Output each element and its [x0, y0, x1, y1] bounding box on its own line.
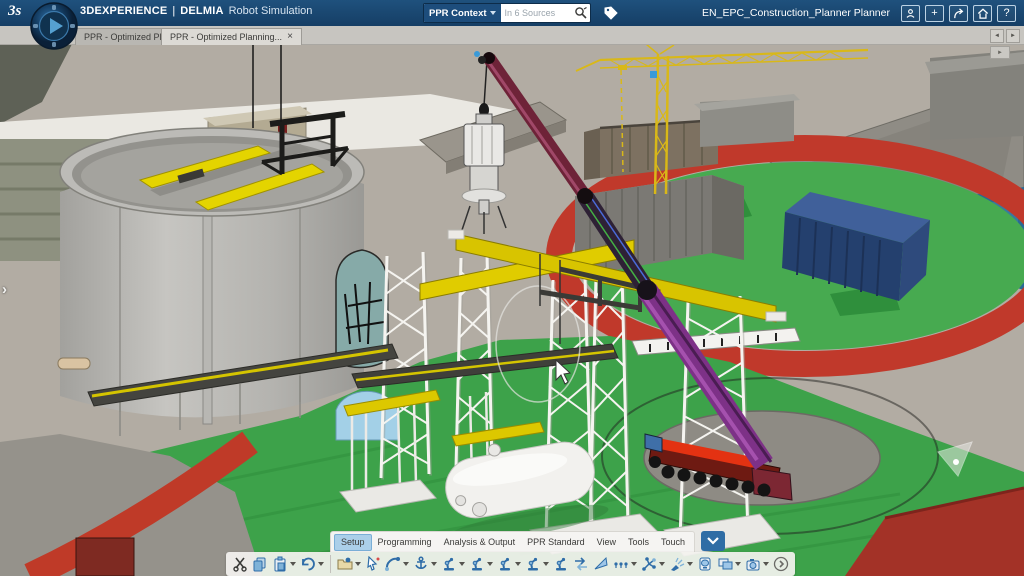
title-divider: | [172, 5, 175, 17]
robot-teach-icon[interactable] [467, 553, 495, 575]
dropdown-caret-icon [515, 562, 521, 566]
tab-ppr-standard[interactable]: PPR Standard [521, 534, 591, 550]
snapshot-camera-icon[interactable] [743, 553, 771, 575]
chevron-down-icon[interactable] [701, 531, 725, 551]
dropdown-caret-icon [687, 562, 693, 566]
platform-name: 3DEXPERIENCE [80, 5, 167, 17]
robot-task-icon[interactable] [495, 553, 523, 575]
tab-setup[interactable]: Setup [334, 534, 372, 551]
help-icon[interactable]: ? [997, 5, 1016, 22]
search-context-dropdown[interactable]: PPR Context [424, 4, 501, 22]
tab-programming[interactable]: Programming [372, 534, 438, 550]
dropdown-caret-icon [487, 562, 493, 566]
tab-ppr-optimized-planning-2[interactable]: PPR - Optimized Planning... × [161, 28, 302, 45]
product-name: DELMIA [180, 5, 223, 17]
swap-path-icon[interactable] [571, 553, 591, 575]
robot-jog-icon[interactable] [439, 553, 467, 575]
chevron-down-icon [490, 11, 496, 15]
more-commands-icon[interactable] [771, 553, 791, 575]
dropdown-caret-icon [735, 562, 741, 566]
share-icon[interactable] [949, 5, 968, 22]
app-name: Robot Simulation [229, 5, 313, 17]
close-tab-icon[interactable]: × [287, 32, 293, 42]
copy-icon[interactable] [250, 553, 270, 575]
robot-controller-icon[interactable] [551, 553, 571, 575]
spray-tool-icon[interactable] [667, 553, 695, 575]
select-position-icon[interactable] [363, 553, 383, 575]
track-points-icon[interactable] [611, 553, 639, 575]
viewport-3d[interactable]: › ► Setup Programming Analysis & Output … [0, 44, 1024, 576]
dropdown-caret-icon [543, 562, 549, 566]
tab-analysis-output[interactable]: Analysis & Output [438, 534, 522, 550]
top-bar: 3s 3DEXPERIENCE | DELMIA Robot Simulatio… [0, 0, 1024, 26]
tab-scroll-left-icon[interactable]: ◄ [990, 29, 1004, 43]
building-far-right[interactable] [925, 50, 1024, 140]
dropdown-caret-icon [403, 562, 409, 566]
reachability-arc-icon[interactable] [383, 553, 411, 575]
search-input[interactable] [501, 8, 572, 18]
home-icon[interactable] [973, 5, 992, 22]
mechanism-joints-icon[interactable] [639, 553, 667, 575]
dropdown-caret-icon [355, 562, 361, 566]
paste-icon[interactable] [270, 553, 298, 575]
tab-scroll-right-icon[interactable]: ► [1006, 29, 1020, 43]
bottomleft-platform[interactable] [0, 434, 262, 576]
dassault-3ds-logo[interactable]: 3s [8, 3, 21, 20]
undo-icon[interactable] [298, 553, 326, 575]
cut-icon[interactable] [230, 553, 250, 575]
tab-scroll-controls: ◄ ► [990, 29, 1020, 43]
top-search: PPR Context [423, 4, 619, 22]
dropdown-caret-icon [459, 562, 465, 566]
document-tab-bar: PPR - Optimized Planning... PPR - Optimi… [0, 26, 1024, 45]
panel-overflow-button[interactable]: ► [990, 46, 1010, 59]
user-area: EN_EPC_Construction_Planner Planner + [702, 0, 1016, 26]
bottom-toolbar [226, 552, 795, 576]
app-title: 3DEXPERIENCE | DELMIA Robot Simulation [80, 5, 312, 17]
tab-view[interactable]: View [591, 534, 622, 550]
toolbar-separator [330, 555, 331, 573]
dropdown-caret-icon [290, 562, 296, 566]
dropdown-caret-icon [431, 562, 437, 566]
dropdown-caret-icon [659, 562, 665, 566]
robot-program-icon[interactable] [523, 553, 551, 575]
open-catalog-icon[interactable] [335, 553, 363, 575]
teach-pendant-icon[interactable] [695, 553, 715, 575]
dropdown-caret-icon [631, 562, 637, 566]
anchor-robot-icon[interactable] [411, 553, 439, 575]
delmia-robot-simulation-window: 3s 3DEXPERIENCE | DELMIA Robot Simulatio… [0, 0, 1024, 576]
work-envelope-icon[interactable] [591, 553, 611, 575]
tag-icon[interactable] [603, 5, 619, 21]
warehouse-gray[interactable] [694, 94, 800, 147]
dropdown-caret-icon [763, 562, 769, 566]
tab-tools[interactable]: Tools [622, 534, 655, 550]
search-box: PPR Context [423, 3, 591, 23]
search-icon[interactable] [572, 4, 590, 22]
user-icon[interactable] [901, 5, 920, 22]
add-icon[interactable]: + [925, 5, 944, 22]
left-panel-expander[interactable]: › [2, 281, 7, 298]
viewport-3d-scene [0, 44, 1024, 576]
user-name-label: EN_EPC_Construction_Planner Planner [702, 7, 890, 19]
virtual-monitor-icon[interactable] [715, 553, 743, 575]
action-bar-row: Setup Programming Analysis & Output PPR … [330, 531, 725, 552]
tab-touch[interactable]: Touch [655, 534, 691, 550]
action-bar: Setup Programming Analysis & Output PPR … [330, 531, 695, 552]
3dexperience-compass[interactable] [30, 2, 78, 50]
dropdown-caret-icon [318, 562, 324, 566]
